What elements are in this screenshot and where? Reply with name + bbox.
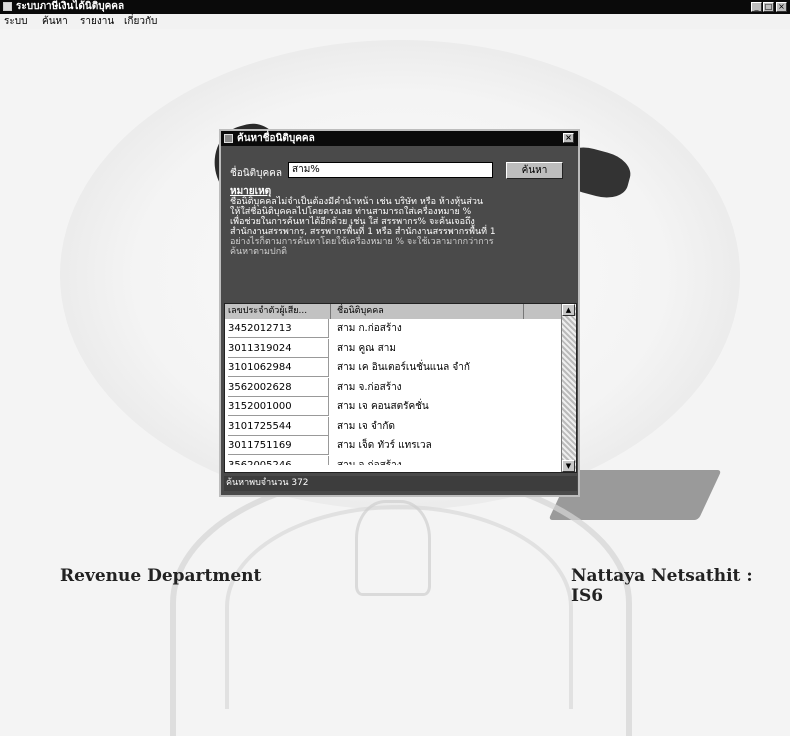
menu-report[interactable]: รายงาน [80, 14, 114, 29]
tax-id-cell: 3101062984 [228, 358, 329, 377]
main-title-bar: ระบบภาษีเงินได้นิติบุคคล _ □ × [0, 0, 790, 14]
note-line: ให้ใส่ชื่อนิติบุคคลไปโดยตรงเลย ท่านสามาร… [230, 207, 472, 217]
list-row[interactable]: 3011319024 สาม คูณ สาม [225, 338, 563, 359]
list-rows: 3452012713 สาม ก.ก่อสร้าง 3011319024 สาม ค… [225, 319, 563, 465]
vertical-scrollbar[interactable]: ▲ ▼ [561, 304, 576, 472]
list-row[interactable]: 3101725544 สาม เจ จำกัด [225, 416, 563, 437]
tax-id-cell: 3152001000 [228, 397, 329, 416]
dialog-icon [224, 134, 233, 143]
note-text: ชื่อนิติบุคคลไม่จำเป็นต้องมีคำนำหน้า เช่… [230, 197, 570, 257]
close-button[interactable]: × [776, 2, 787, 12]
company-name-label: ชื่อนิติบุคคล [230, 168, 282, 179]
column-header-company-name[interactable]: ชื่อนิติบุคคล [337, 304, 524, 319]
note-line: อย่างไรก็ตามการค้นหาโดยใช้เครื่องหมาย % … [230, 237, 494, 247]
dialog-title-bar: ค้นหาชื่อนิติบุคคล × [221, 131, 578, 146]
search-company-dialog: ค้นหาชื่อนิติบุคคล × ชื่อนิติบุคคล สาม% … [219, 129, 580, 497]
dialog-title: ค้นหาชื่อนิติบุคคล [237, 133, 315, 144]
tax-id-cell: 3011751169 [228, 436, 329, 455]
company-name-cell: สาม เค อินเตอร์เนชั่นแนล จำกั [337, 362, 470, 373]
list-row[interactable]: 3011751169 สาม เจ็ด ทัวร์ แทรเวล [225, 436, 563, 456]
dialog-close-button[interactable]: × [563, 133, 574, 143]
list-row[interactable]: 3562005246 สาม จ.ก่อสร้าง [225, 455, 563, 465]
tax-id-cell: 3452012713 [228, 319, 329, 338]
scroll-down-arrow-icon[interactable]: ▼ [562, 460, 575, 472]
list-row[interactable]: 3152001000 สาม เจ คอนสตรัคชั่น [225, 397, 563, 417]
search-button[interactable]: ค้นหา [506, 162, 563, 179]
note-line: สำนักงานสรรพากร, สรรพากรพื้นที่ 1 หรือ ส… [230, 227, 496, 237]
company-name-cell: สาม จ.ก่อสร้าง [337, 381, 402, 393]
list-row[interactable]: 3452012713 สาม ก.ก่อสร้าง [225, 319, 563, 339]
status-bar: ค้นหาพบจำนวน 372 [224, 476, 577, 491]
company-name-input[interactable]: สาม% [288, 162, 493, 178]
tax-id-cell: 3562005246 [228, 455, 329, 465]
note-line: เพื่อช่วยในการค้นหาได้อีกด้วย เช่น ใส่ ส… [230, 217, 475, 227]
window-title: ระบบภาษีเงินได้นิติบุคคล [16, 1, 125, 12]
result-count: ค้นหาพบจำนวน 372 [226, 478, 309, 488]
column-header-tax-id[interactable]: เลขประจำตัวผู้เสีย... [228, 304, 331, 319]
company-name-cell: สาม คูณ สาม [337, 342, 396, 354]
note-line: ค้นหาตามปกติ [230, 247, 287, 257]
company-name-cell: สาม เจ จำกัด [337, 420, 395, 432]
company-name-cell: สาม ก.ก่อสร้าง [337, 323, 402, 334]
company-name-cell: สาม เจ็ด ทัวร์ แทรเวล [337, 440, 432, 451]
results-list[interactable]: เลขประจำตัวผู้เสีย... ชื่อนิติบุคคล 3452… [224, 303, 577, 473]
footer-department: Revenue Department [60, 566, 262, 586]
list-header: เลขประจำตัวผู้เสีย... ชื่อนิติบุคคล [225, 304, 563, 319]
tax-id-cell: 3101725544 [228, 416, 329, 436]
maximize-button[interactable]: □ [763, 2, 774, 12]
tax-id-cell: 3562002628 [228, 377, 329, 397]
scroll-up-arrow-icon[interactable]: ▲ [562, 304, 575, 316]
menu-bar: ระบบ ค้นหา รายงาน เกี่ยวกับ [0, 14, 790, 29]
menu-search[interactable]: ค้นหา [42, 14, 68, 29]
company-name-cell: สาม จ.ก่อสร้าง [337, 456, 402, 465]
list-row[interactable]: 3101062984 สาม เค อินเตอร์เนชั่นแนล จำกั [225, 358, 563, 378]
minimize-button[interactable]: _ [751, 2, 762, 12]
app-icon [3, 2, 12, 11]
note-line: ชื่อนิติบุคคลไม่จำเป็นต้องมีคำนำหน้า เช่… [230, 197, 484, 207]
list-row[interactable]: 3562002628 สาม จ.ก่อสร้าง [225, 377, 563, 398]
company-name-cell: สาม เจ คอนสตรัคชั่น [337, 401, 429, 412]
menu-about[interactable]: เกี่ยวกับ [124, 14, 157, 29]
watermark-emblem [355, 500, 431, 596]
menu-system[interactable]: ระบบ [4, 14, 27, 29]
footer-author: Nattaya Netsathit : IS6 [571, 566, 753, 606]
tax-id-cell: 3011319024 [228, 338, 329, 358]
